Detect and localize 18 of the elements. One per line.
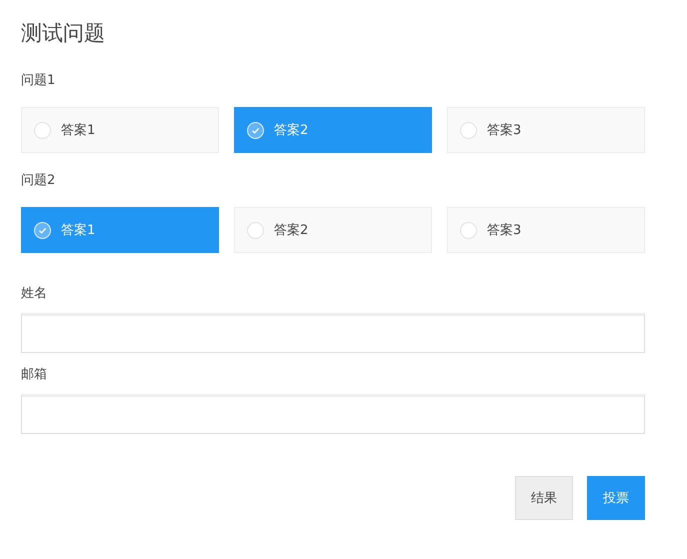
page-title: 测试问题 [21,20,106,47]
question-label: 问题1 [21,72,56,90]
question-label: 问题2 [21,172,56,190]
radio-icon [34,122,51,138]
checked-radio-icon [247,122,264,138]
field-label: 姓名 [21,285,48,303]
answer-option[interactable]: 答案3 [447,207,645,253]
radio-icon [460,122,477,138]
radio-icon [460,222,477,238]
answer-option[interactable]: 答案3 [447,107,645,153]
checked-radio-icon [34,222,51,238]
input-field[interactable] [21,313,645,353]
field-label: 邮箱 [21,366,48,384]
answer-option[interactable]: 答案1 [21,107,219,153]
answer-option[interactable]: 答案2 [234,207,432,253]
results-button[interactable]: 结果 [515,476,573,520]
input-field[interactable] [21,394,645,434]
radio-icon [247,222,264,238]
